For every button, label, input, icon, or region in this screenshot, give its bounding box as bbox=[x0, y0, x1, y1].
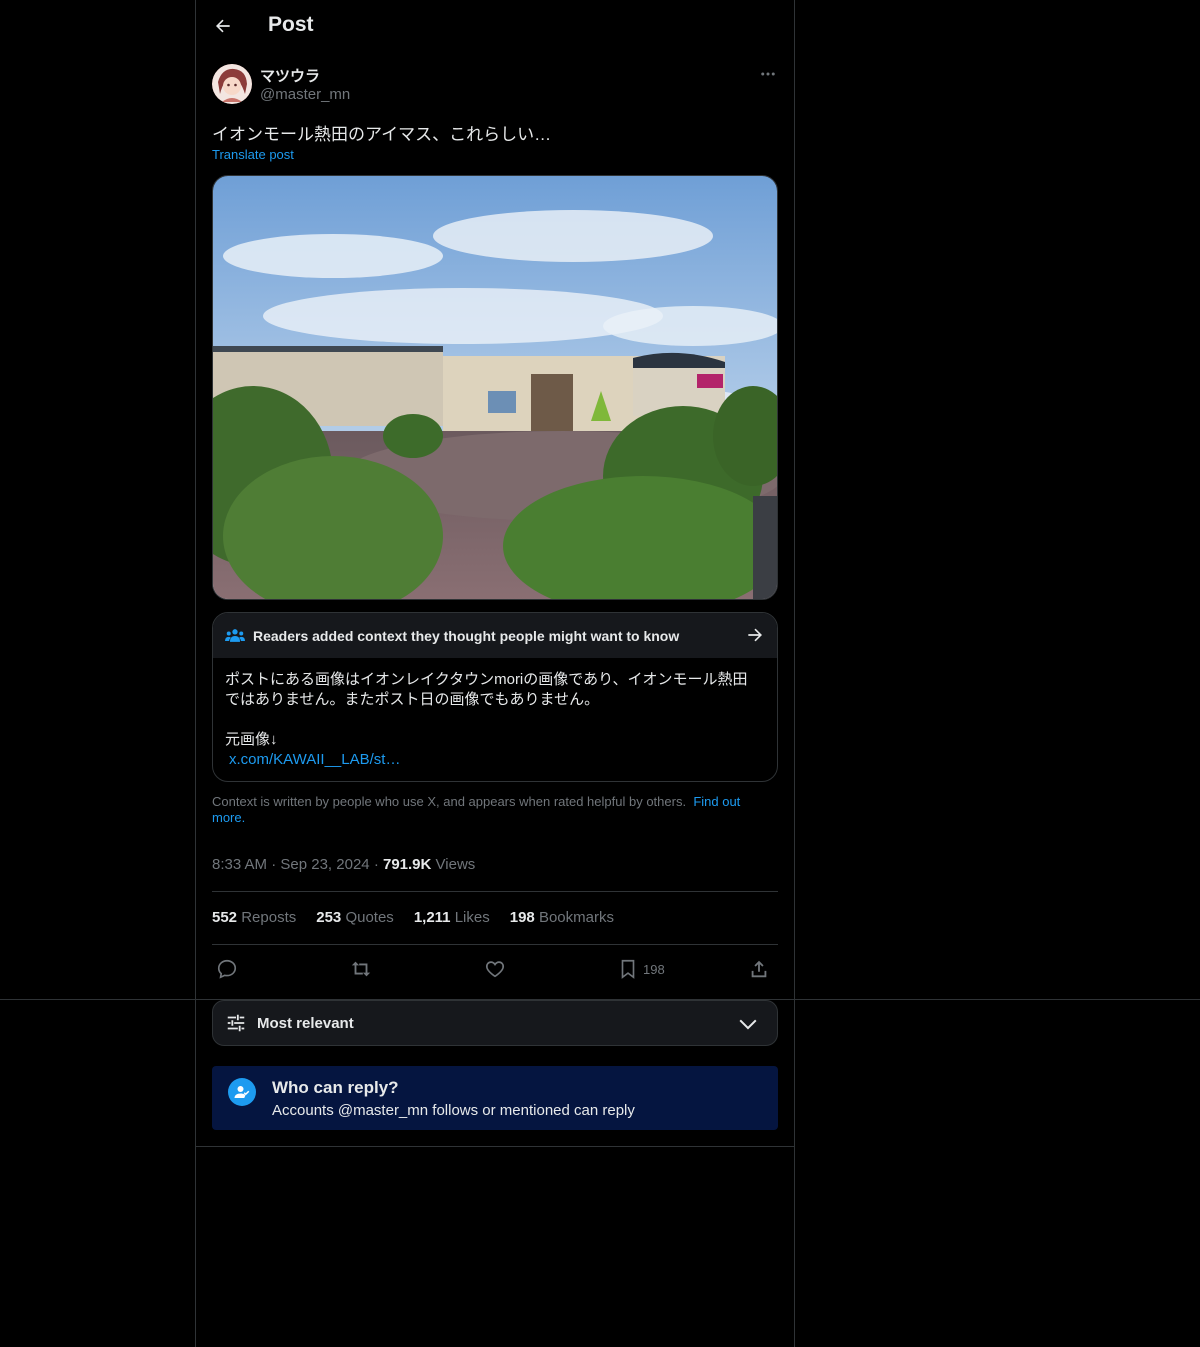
reply-icon bbox=[217, 959, 237, 979]
divider bbox=[212, 944, 778, 945]
stat-likes[interactable]: 1,211 Likes bbox=[414, 909, 490, 926]
note-line: 元画像↓ bbox=[225, 731, 278, 748]
heart-icon bbox=[485, 961, 505, 978]
sliders-icon bbox=[227, 1014, 245, 1032]
reply-restriction-icon bbox=[228, 1078, 256, 1106]
post-meta: 8:33 AM · Sep 23, 2024 · 791.9K Views bbox=[212, 856, 475, 873]
bookmark-button[interactable]: 198 bbox=[617, 955, 665, 983]
bookmark-icon bbox=[621, 959, 635, 979]
main-column: Post マツウラ @master_mn イオンモール熱田のアイマス、これらしい… bbox=[195, 0, 795, 1347]
arrow-left-icon bbox=[216, 19, 230, 33]
translate-post-link[interactable]: Translate post bbox=[212, 147, 294, 162]
post-time[interactable]: 8:33 AM bbox=[212, 856, 267, 873]
engagement-stats: 552 Reposts 253 Quotes 1,211 Likes 198 B… bbox=[212, 909, 614, 926]
like-button[interactable] bbox=[484, 955, 506, 983]
reply-sort-dropdown[interactable]: Most relevant bbox=[212, 1000, 778, 1046]
arrow-right-icon bbox=[748, 628, 762, 642]
reply-restriction-subtitle: Accounts @master_mn follows or mentioned… bbox=[272, 1102, 635, 1119]
note-source-link[interactable]: x.com/KAWAII__LAB/st… bbox=[225, 750, 765, 770]
views-label: Views bbox=[435, 856, 476, 873]
avatar[interactable] bbox=[212, 64, 252, 104]
divider bbox=[212, 891, 778, 892]
bookmark-count: 198 bbox=[643, 961, 665, 977]
views-count: 791.9K bbox=[382, 856, 432, 873]
page-header: Post bbox=[196, 0, 794, 53]
reply-restriction-title: Who can reply? bbox=[272, 1078, 399, 1097]
reply-restriction-notice: Who can reply? Accounts @master_mn follo… bbox=[212, 1066, 778, 1130]
disclaimer-text: Context is written by people who use X, … bbox=[212, 794, 687, 809]
reply-button[interactable] bbox=[216, 955, 238, 983]
chevron-down-icon bbox=[739, 1019, 757, 1030]
separator: · bbox=[271, 856, 277, 873]
author-handle[interactable]: @master_mn bbox=[260, 86, 350, 103]
note-disclaimer: Context is written by people who use X, … bbox=[212, 794, 778, 826]
share-icon bbox=[751, 960, 767, 978]
stat-bookmarks[interactable]: 198 Bookmarks bbox=[510, 909, 614, 926]
community-note-header[interactable]: Readers added context they thought peopl… bbox=[213, 613, 777, 658]
post-text: イオンモール熱田のアイマス、これらしい… bbox=[212, 125, 552, 144]
divider bbox=[196, 1146, 794, 1147]
more-horizontal-icon bbox=[761, 72, 775, 76]
repost-icon bbox=[351, 961, 371, 977]
community-note-title: Readers added context they thought peopl… bbox=[253, 627, 680, 644]
stat-quotes[interactable]: 253 Quotes bbox=[316, 909, 394, 926]
post-date[interactable]: Sep 23, 2024 bbox=[280, 856, 369, 873]
community-note: Readers added context they thought peopl… bbox=[212, 612, 778, 782]
separator: · bbox=[373, 856, 379, 873]
more-options-button[interactable] bbox=[758, 64, 778, 84]
person-check-icon bbox=[234, 1086, 250, 1098]
community-note-body: ポストにある画像はイオンレイクタウンmoriの画像であり、イオンモール熱田 では… bbox=[213, 658, 777, 781]
repost-button[interactable] bbox=[350, 955, 372, 983]
author-name[interactable]: マツウラ bbox=[260, 65, 320, 86]
note-line: ポストにある画像はイオンレイクタウンmoriの画像であり、イオンモール熱田 bbox=[225, 671, 748, 688]
action-bar: 198 bbox=[212, 955, 778, 983]
sort-label: Most relevant bbox=[257, 1014, 354, 1032]
note-line: ではありません。またポスト日の画像でもありません。 bbox=[225, 691, 600, 708]
stat-reposts[interactable]: 552 Reposts bbox=[212, 909, 296, 926]
post-image[interactable] bbox=[212, 175, 778, 600]
people-icon bbox=[225, 628, 245, 642]
back-button[interactable] bbox=[210, 13, 236, 39]
share-button[interactable] bbox=[748, 955, 770, 983]
page-title: Post bbox=[268, 13, 314, 36]
